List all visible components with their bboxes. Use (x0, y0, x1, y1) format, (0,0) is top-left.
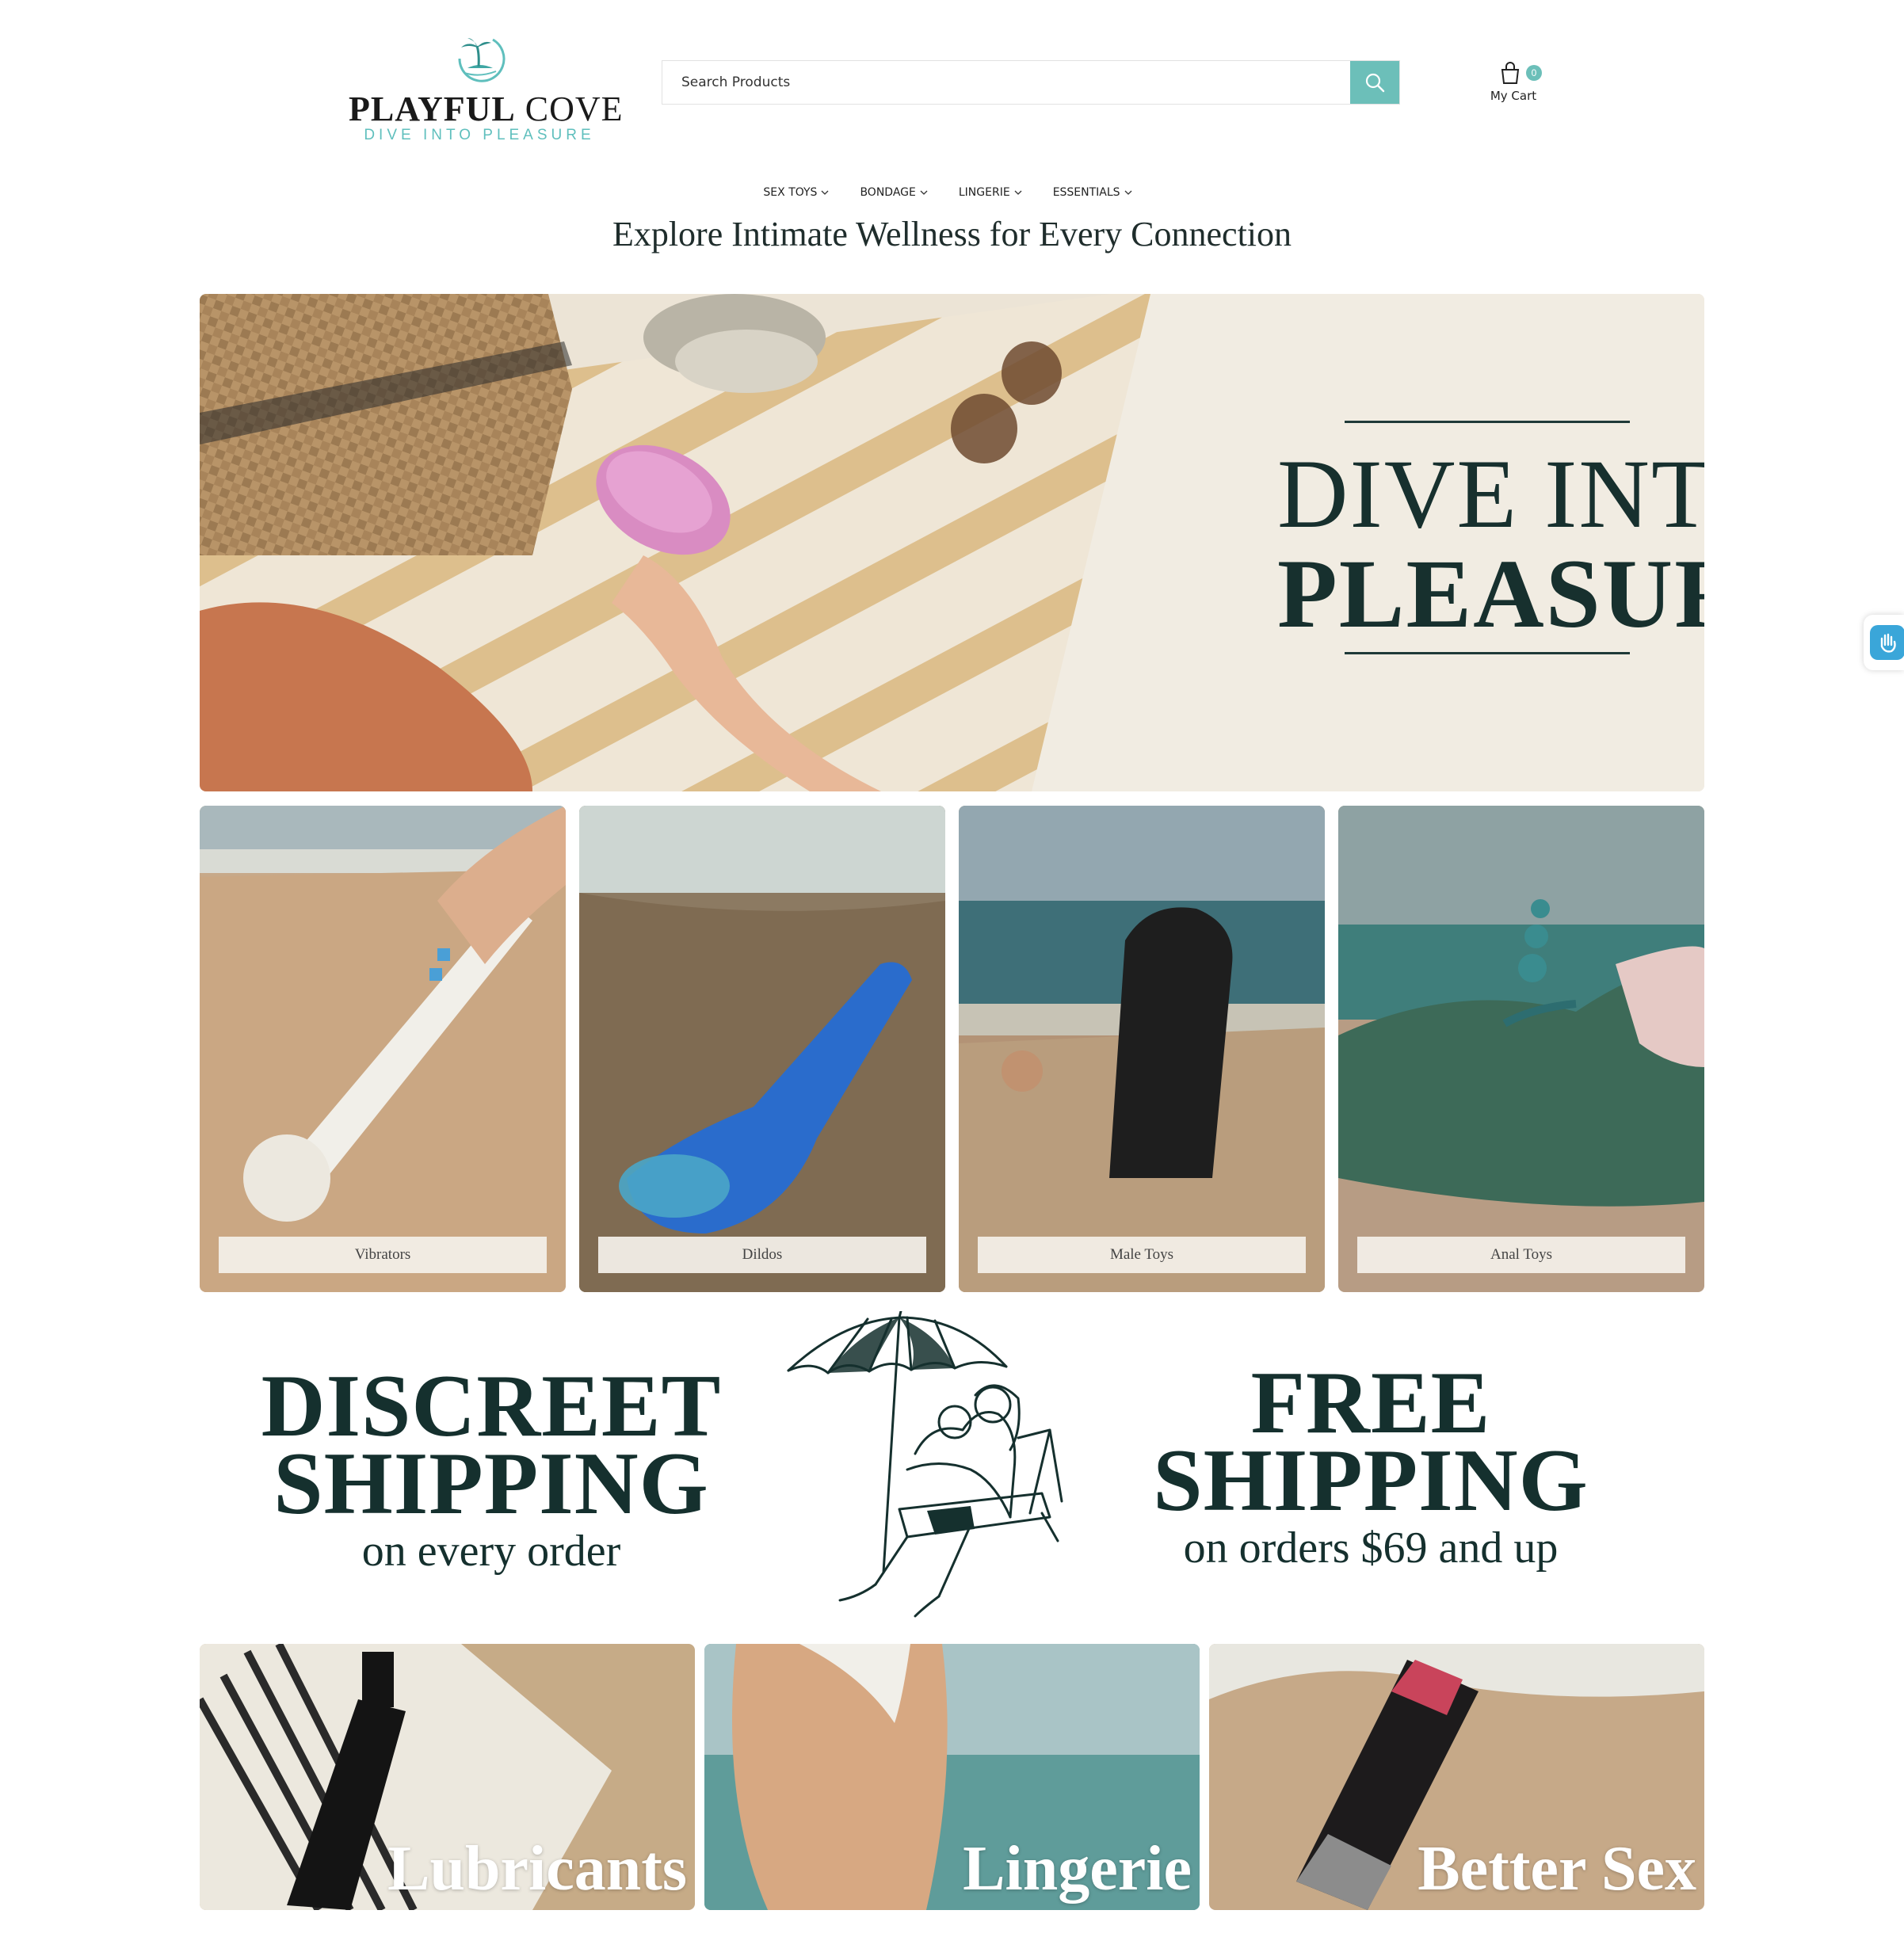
chevron-down-icon (1014, 190, 1022, 195)
category-image (959, 806, 1325, 1292)
search-button[interactable] (1350, 61, 1399, 104)
nav-essentials[interactable]: ESSENTIALS (1053, 182, 1133, 203)
main-nav: SEX TOYS BONDAGE LINGERIE ESSENTIALS (0, 182, 1904, 203)
chevron-down-icon (821, 190, 829, 195)
category-label: Better Sex (1418, 1834, 1696, 1904)
hero-banner[interactable]: DIVE INTO PLEASURE (200, 294, 1704, 791)
category-image (1338, 806, 1704, 1292)
free-shipping-subtext: on orders $69 and up (1183, 1523, 1559, 1573)
nav-bondage[interactable]: BONDAGE (860, 182, 928, 203)
category-label: Lingerie (963, 1834, 1192, 1904)
nav-label: SEX TOYS (763, 186, 818, 199)
category-label: Anal Toys (1357, 1237, 1685, 1273)
nav-lingerie[interactable]: LINGERIE (959, 182, 1023, 203)
category-label: Dildos (598, 1237, 926, 1273)
hero-title: DIVE INTO PLEASURE (1277, 421, 1704, 666)
hero-divider (1345, 652, 1630, 654)
accessibility-badge (1870, 625, 1904, 660)
category-card-male-toys[interactable]: Male Toys (959, 806, 1325, 1292)
discreet-shipping-subtext: on every order (361, 1527, 621, 1576)
nav-label: BONDAGE (860, 186, 916, 199)
site-logo[interactable]: PLAYFUL COVE DIVE INTO PLEASURE (349, 27, 624, 146)
shopping-bag-icon (1501, 62, 1520, 84)
search-input[interactable] (662, 61, 1350, 104)
free-shipping-banner: FREE SHIPPING on orders $69 and up (1109, 1354, 1632, 1573)
category-label: Male Toys (978, 1237, 1306, 1273)
category-card-lubricants[interactable]: Lubricants (200, 1644, 695, 1910)
category-label: Vibrators (219, 1237, 547, 1273)
cart-count-badge: 0 (1526, 65, 1542, 81)
hero-divider (1345, 421, 1630, 423)
category-label: Lubricants (387, 1834, 687, 1904)
category-image (200, 806, 566, 1292)
hero-heading-line1: DIVE INTO (1277, 440, 1704, 548)
nav-label: LINGERIE (958, 186, 1010, 199)
free-shipping-line1: FREE (1250, 1354, 1491, 1452)
discreet-shipping-line2: SHIPPING (273, 1435, 709, 1533)
page-tagline: Explore Intimate Wellness for Every Conn… (612, 215, 1292, 254)
category-card-dildos[interactable]: Dildos (579, 806, 945, 1292)
accessibility-hand-icon (1880, 633, 1896, 653)
cart-button[interactable]: 0 My Cart (1474, 60, 1553, 108)
category-card-anal-toys[interactable]: Anal Toys (1338, 806, 1704, 1292)
discreet-shipping-banner: DISCREET SHIPPING on every order (230, 1357, 753, 1577)
search-bar (662, 60, 1400, 105)
hero-heading-line2: PLEASURE (1277, 540, 1704, 648)
search-icon (1365, 73, 1385, 93)
island-logo-icon (458, 38, 506, 82)
nav-sex-toys[interactable]: SEX TOYS (763, 182, 830, 203)
category-card-better-sex[interactable]: Better Sex (1209, 1644, 1704, 1910)
brand-name: PLAYFUL COVE (349, 90, 624, 128)
beach-couple-illustration (787, 1311, 1063, 1618)
accessibility-widget-button[interactable] (1864, 615, 1904, 670)
chevron-down-icon (920, 190, 928, 195)
brand-tagline: DIVE INTO PLEASURE (364, 127, 595, 143)
chevron-down-icon (1124, 190, 1132, 195)
free-shipping-line2: SHIPPING (1153, 1432, 1589, 1530)
nav-label: ESSENTIALS (1052, 186, 1120, 199)
discreet-shipping-line1: DISCREET (261, 1357, 722, 1455)
category-card-lingerie[interactable]: Lingerie (704, 1644, 1200, 1910)
category-image (579, 806, 945, 1292)
cart-label: My Cart (1490, 89, 1537, 103)
category-card-vibrators[interactable]: Vibrators (200, 806, 566, 1292)
